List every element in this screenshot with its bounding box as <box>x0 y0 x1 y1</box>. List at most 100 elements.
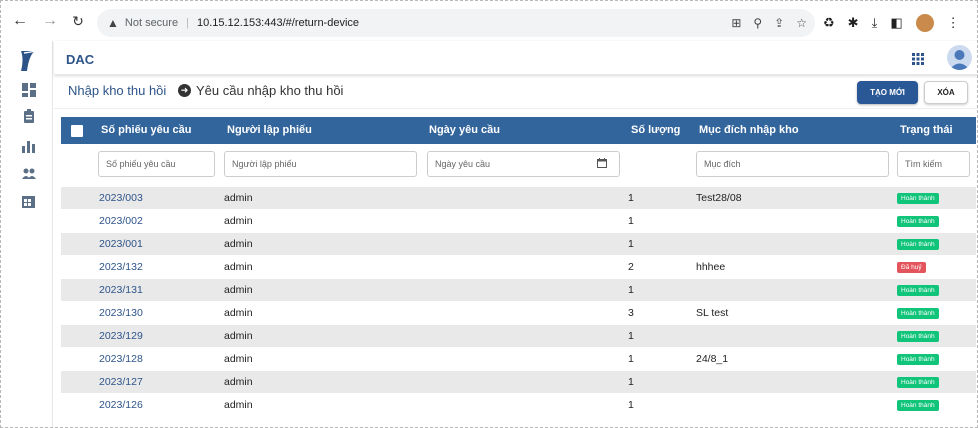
breadcrumb-parent[interactable]: Nhập kho thu hồi <box>68 83 166 98</box>
status-badge: Hoàn thành <box>897 239 939 250</box>
column-header-creator[interactable]: Người lập phiếu <box>227 124 312 136</box>
address-bar-actions: ⊞ ⚲ ⇪ ☆ <box>731 9 807 37</box>
dashboard-icon[interactable] <box>22 83 36 97</box>
apps-grid-icon[interactable] <box>912 53 924 65</box>
table-row[interactable]: 2023/002 admin 1 Hoàn thành <box>61 209 976 232</box>
filter-purpose-input[interactable] <box>696 151 889 177</box>
browser-extensions: ♻ ✱ ⤓ ◧ ⋮ <box>823 9 960 37</box>
app-logo[interactable] <box>18 49 38 73</box>
arrow-right-icon: ➜ <box>178 84 191 97</box>
creator-cell: admin <box>224 238 253 250</box>
request-code-link[interactable]: 2023/126 <box>99 399 143 411</box>
download-icon[interactable]: ⤓ <box>872 15 878 31</box>
request-code-link[interactable]: 2023/129 <box>99 330 143 342</box>
creator-cell: admin <box>224 284 253 296</box>
status-badge: Hoàn thành <box>897 216 939 227</box>
request-code-link[interactable]: 2023/001 <box>99 238 143 250</box>
quantity-cell: 1 <box>628 192 634 204</box>
purpose-cell: Test28/08 <box>696 192 742 204</box>
forward-icon[interactable]: → <box>39 10 61 32</box>
request-code-link[interactable]: 2023/128 <box>99 353 143 365</box>
table-row[interactable]: 2023/001 admin 1 Hoàn thành <box>61 232 976 255</box>
back-icon[interactable]: ← <box>9 10 31 32</box>
status-badge: Hoàn thành <box>897 193 939 204</box>
quantity-cell: 1 <box>628 376 634 388</box>
filter-date-input[interactable] <box>427 151 620 177</box>
quantity-cell: 3 <box>628 307 634 319</box>
creator-cell: admin <box>224 330 253 342</box>
status-badge: Hoàn thành <box>897 308 939 319</box>
app-header: DAC <box>54 41 978 75</box>
filter-row <box>61 144 976 186</box>
table-row[interactable]: 2023/003 admin 1 Test28/08 Hoàn thành <box>61 186 976 209</box>
creator-cell: admin <box>224 376 253 388</box>
warning-icon: ▲ <box>107 16 119 30</box>
table-icon[interactable] <box>22 195 36 209</box>
column-header-code[interactable]: Số phiếu yêu cầu <box>101 124 191 136</box>
menu-dots-icon[interactable]: ⋮ <box>947 15 960 31</box>
column-header-quantity[interactable]: Số lượng <box>631 124 680 136</box>
column-header-date[interactable]: Ngày yêu cầu <box>429 124 500 136</box>
status-badge: Đã huỷ <box>897 262 926 273</box>
requests-table: Số phiếu yêu cầu Người lập phiếu Ngày yê… <box>61 117 976 417</box>
status-badge: Hoàn thành <box>897 331 939 342</box>
quantity-cell: 1 <box>628 330 634 342</box>
table-header: Số phiếu yêu cầu Người lập phiếu Ngày yê… <box>61 117 976 144</box>
app-brand[interactable]: DAC <box>66 52 94 67</box>
share-icon[interactable]: ⇪ <box>774 16 784 30</box>
creator-cell: admin <box>224 215 253 227</box>
delete-button[interactable]: XÓA <box>924 81 968 104</box>
filter-code-input[interactable] <box>98 151 215 177</box>
quantity-cell: 1 <box>628 353 634 365</box>
filter-creator-input[interactable] <box>224 151 417 177</box>
reload-icon[interactable]: ↻ <box>67 10 89 32</box>
address-bar[interactable]: ▲ Not secure | 10.15.12.153:443/#/return… <box>97 9 815 37</box>
status-badge: Hoàn thành <box>897 400 939 411</box>
table-row[interactable]: 2023/127 admin 1 Hoàn thành <box>61 370 976 393</box>
url-text: 10.15.12.153:443/#/return-device <box>196 17 360 29</box>
creator-cell: admin <box>224 399 253 411</box>
table-row[interactable]: 2023/129 admin 1 Hoàn thành <box>61 324 976 347</box>
translate-icon[interactable]: ⊞ <box>731 16 741 30</box>
filter-status-input[interactable] <box>897 151 970 177</box>
status-badge: Hoàn thành <box>897 354 939 365</box>
request-code-link[interactable]: 2023/003 <box>99 192 143 204</box>
table-row[interactable]: 2023/130 admin 3 SL test Hoàn thành <box>61 301 976 324</box>
table-row[interactable]: 2023/131 admin 1 Hoàn thành <box>61 278 976 301</box>
purpose-cell: 24/8_1 <box>696 353 729 365</box>
request-code-link[interactable]: 2023/130 <box>99 307 143 319</box>
quantity-cell: 1 <box>628 284 634 296</box>
column-header-status[interactable]: Trạng thái <box>900 124 953 136</box>
table-row[interactable]: 2023/128 admin 1 24/8_1 Hoàn thành <box>61 347 976 370</box>
zoom-icon[interactable]: ⚲ <box>753 16 762 30</box>
bar-chart-icon[interactable] <box>22 139 36 153</box>
side-panel-icon[interactable]: ◧ <box>890 15 902 31</box>
recycle-icon[interactable]: ♻ <box>823 15 835 31</box>
breadcrumb-current: Yêu cầu nhập kho thu hồi <box>196 83 344 98</box>
quantity-cell: 1 <box>628 215 634 227</box>
user-avatar[interactable] <box>947 45 972 70</box>
purpose-cell: SL test <box>696 307 729 319</box>
app-sidebar <box>1 41 53 427</box>
column-header-purpose[interactable]: Mục đích nhập kho <box>699 124 799 136</box>
browser-window: ← → ↻ ▲ Not secure | 10.15.12.153:443/#/… <box>0 0 978 428</box>
creator-cell: admin <box>224 261 253 273</box>
puzzle-icon[interactable]: ✱ <box>848 15 859 31</box>
browser-toolbar: ← → ↻ ▲ Not secure | 10.15.12.153:443/#/… <box>1 1 977 41</box>
calendar-icon[interactable] <box>597 158 607 168</box>
table-row[interactable]: 2023/126 admin 1 Hoàn thành <box>61 393 976 416</box>
status-badge: Hoàn thành <box>897 377 939 388</box>
request-code-link[interactable]: 2023/002 <box>99 215 143 227</box>
table-row[interactable]: 2023/132 admin 2 hhhee Đã huỷ <box>61 255 976 278</box>
bookmark-star-icon[interactable]: ☆ <box>796 16 807 30</box>
request-code-link[interactable]: 2023/132 <box>99 261 143 273</box>
security-label: Not secure <box>124 17 179 29</box>
create-new-button[interactable]: TẠO MỚI <box>857 81 918 104</box>
clipboard-icon[interactable] <box>22 109 36 123</box>
users-icon[interactable] <box>22 167 36 181</box>
request-code-link[interactable]: 2023/131 <box>99 284 143 296</box>
select-all-checkbox[interactable] <box>71 125 83 137</box>
request-code-link[interactable]: 2023/127 <box>99 376 143 388</box>
profile-avatar[interactable] <box>915 14 934 32</box>
creator-cell: admin <box>224 192 253 204</box>
